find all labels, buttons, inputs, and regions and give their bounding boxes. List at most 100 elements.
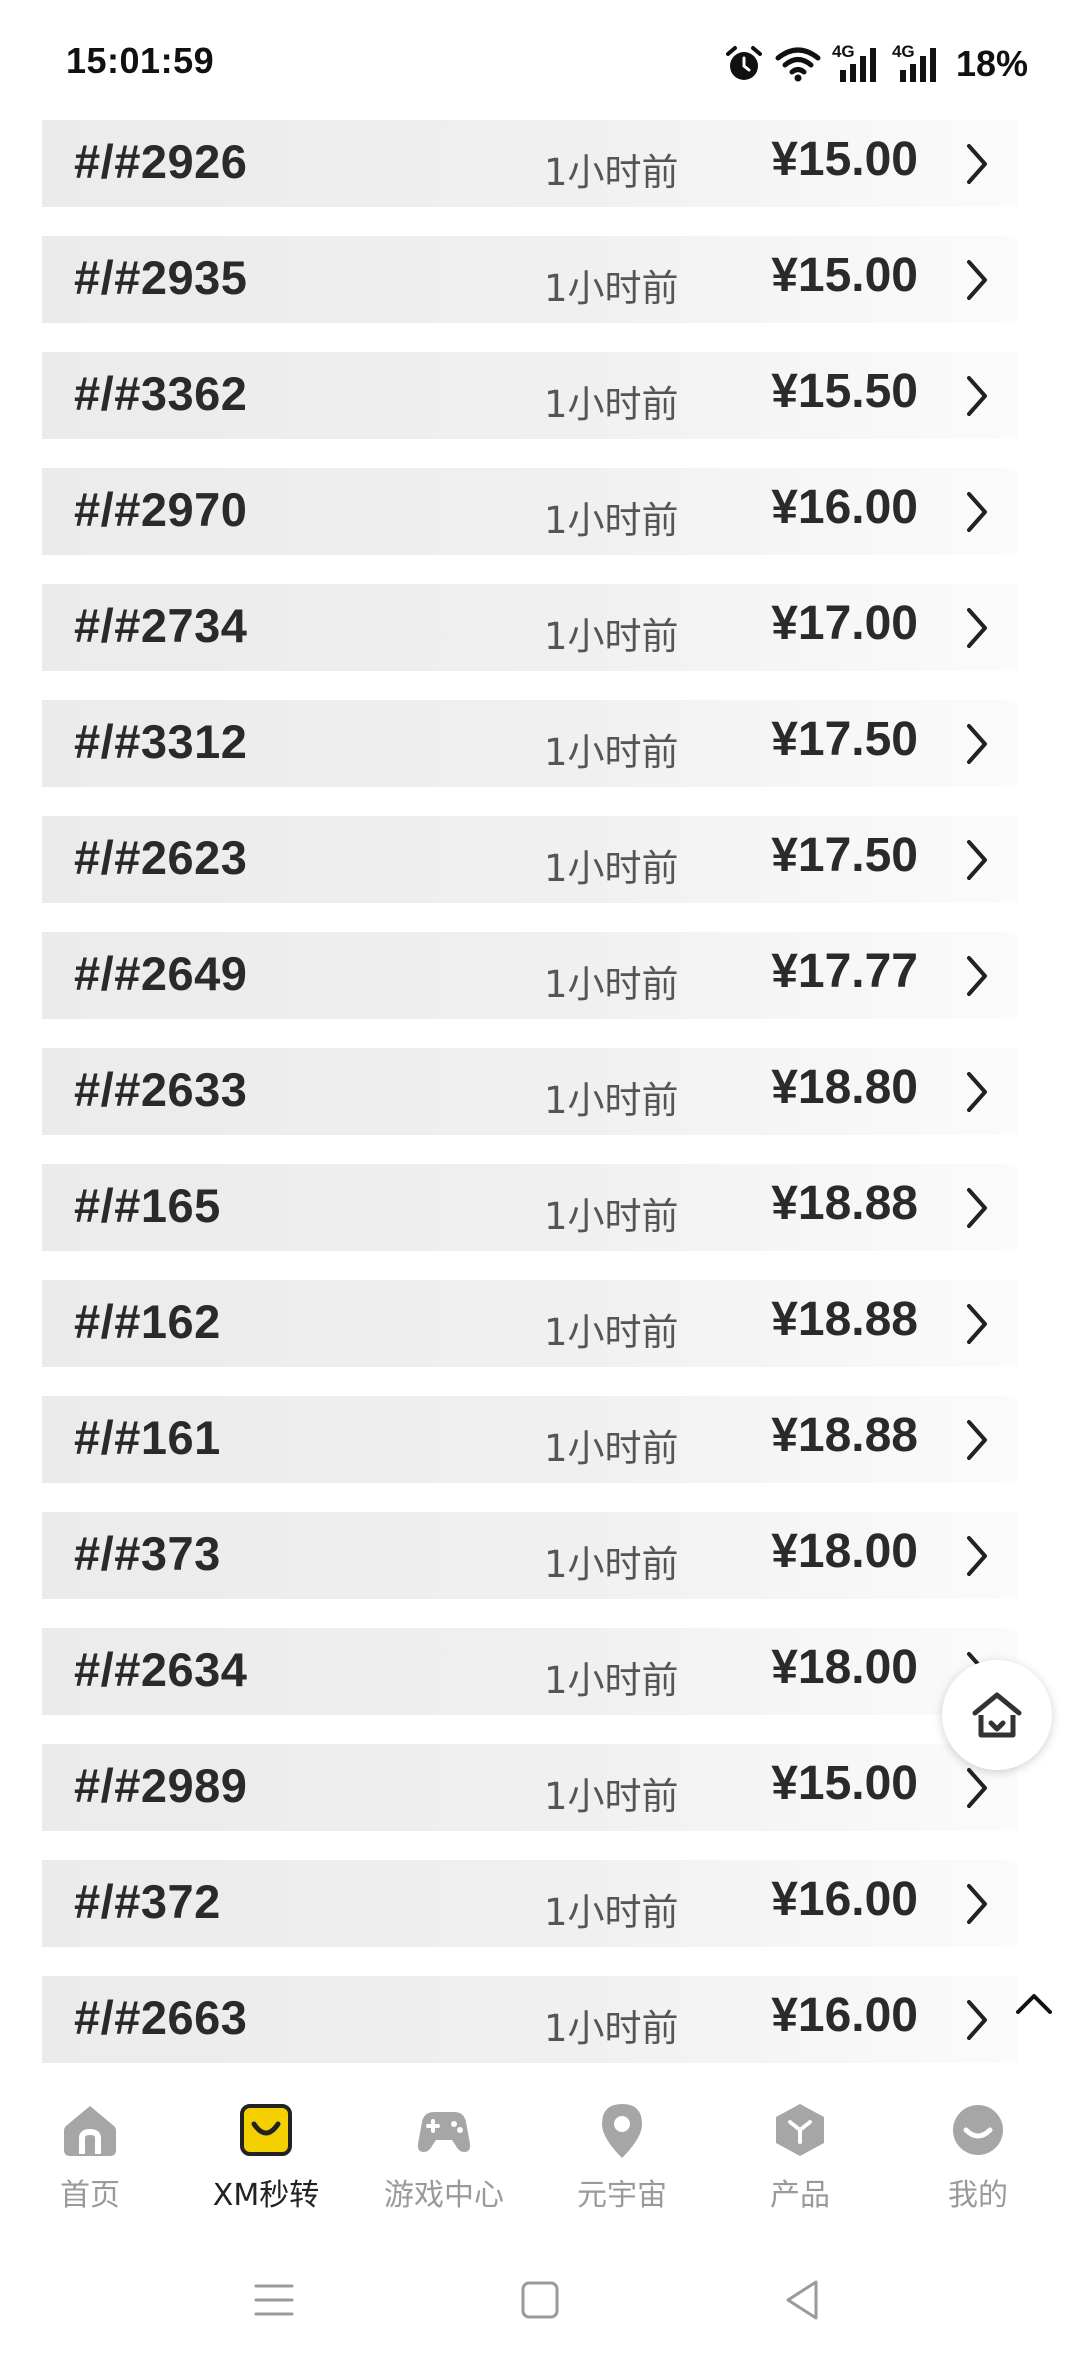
item-price: ¥15.00	[771, 249, 918, 302]
item-time: 1小时前	[544, 615, 679, 658]
nav-home[interactable]: 首页	[0, 2090, 180, 2220]
wifi-icon	[775, 47, 821, 82]
chevron-right-icon	[967, 2000, 987, 2040]
bottom-nav: 首页 XM秒转 游戏中心 元宇宙 产品 我的	[0, 2080, 1080, 2230]
list-item[interactable]: #/#372 1小时前 ¥16.00	[42, 1860, 1017, 1947]
item-price: ¥17.50	[771, 713, 918, 766]
chevron-right-icon	[967, 1884, 987, 1924]
list-item[interactable]: #/#2623 1小时前 ¥17.50	[42, 816, 1017, 903]
status-bar: 15:01:59 4G 4G 18%	[0, 0, 1080, 120]
nav-xm-transfer[interactable]: XM秒转	[176, 2090, 356, 2220]
list-item[interactable]: #/#3362 1小时前 ¥15.50	[42, 352, 1017, 439]
chevron-right-icon	[967, 376, 987, 416]
gamepad-icon	[417, 2112, 471, 2152]
item-time: 1小时前	[544, 1543, 679, 1586]
item-price: ¥17.00	[771, 597, 918, 650]
item-time: 1小时前	[544, 267, 679, 310]
item-id: #/#373	[74, 1527, 221, 1580]
nav-label: 游戏中心	[384, 2178, 504, 2213]
list-item[interactable]: #/#2926 1小时前 ¥15.00	[42, 120, 1017, 207]
chevron-right-icon	[967, 1420, 987, 1460]
signal-icon	[839, 48, 876, 82]
back-icon[interactable]	[774, 2270, 834, 2330]
list-item[interactable]: #/#2970 1小时前 ¥16.00	[42, 468, 1017, 555]
item-price: ¥17.50	[771, 829, 918, 882]
list-item[interactable]: #/#162 1小时前 ¥18.88	[42, 1280, 1017, 1367]
chevron-right-icon	[967, 608, 987, 648]
battery-level: 18%	[955, 43, 1028, 84]
item-id: #/#2663	[74, 1991, 248, 2044]
item-price: ¥18.00	[771, 1641, 918, 1694]
item-time: 1小时前	[544, 1195, 679, 1238]
item-id: #/#2935	[74, 251, 248, 304]
item-time: 1小时前	[544, 2007, 679, 2050]
nav-metaverse[interactable]: 元宇宙	[532, 2090, 712, 2220]
chevron-right-icon	[967, 1536, 987, 1576]
nav-label: 首页	[60, 2178, 120, 2213]
list-item[interactable]: #/#2989 1小时前 ¥15.00	[42, 1744, 1017, 1831]
item-price: ¥17.77	[771, 945, 918, 998]
chevron-right-icon	[967, 1072, 987, 1112]
nav-label: 产品	[770, 2178, 830, 2213]
list-item[interactable]: #/#161 1小时前 ¥18.88	[42, 1396, 1017, 1483]
item-time: 1小时前	[544, 1775, 679, 1818]
item-id: #/#2633	[74, 1063, 248, 1116]
item-time: 1小时前	[544, 731, 679, 774]
float-home-button[interactable]	[942, 1660, 1052, 1770]
item-time: 1小时前	[544, 1659, 679, 1702]
nav-products[interactable]: 产品	[710, 2090, 890, 2220]
item-price: ¥18.88	[771, 1409, 918, 1462]
list-item[interactable]: #/#2634 1小时前 ¥18.00	[42, 1628, 1017, 1715]
item-time: 1小时前	[544, 151, 679, 194]
order-list[interactable]: #/#2926 1小时前 ¥15.00 #/#2935 1小时前 ¥15.00 #/#336…	[0, 120, 1080, 2080]
smile-icon	[953, 2105, 1003, 2155]
item-price: ¥15.00	[771, 1757, 918, 1810]
network-type-2: 4G	[892, 42, 942, 84]
item-id: #/#3362	[74, 367, 248, 420]
status-time: 15:01:59	[66, 40, 215, 81]
item-time: 1小时前	[544, 963, 679, 1006]
nav-mine[interactable]: 我的	[888, 2090, 1068, 2220]
item-id: #/#2649	[74, 947, 248, 1000]
nav-label: 元宇宙	[577, 2178, 667, 2213]
item-id: #/#161	[74, 1411, 221, 1464]
shopping-bag-icon	[240, 2104, 292, 2156]
item-price: ¥15.50	[771, 365, 918, 418]
scroll-top-icon[interactable]	[1012, 1982, 1056, 2026]
chevron-right-icon	[967, 260, 987, 300]
list-item[interactable]: #/#165 1小时前 ¥18.88	[42, 1164, 1017, 1251]
item-id: #/#2970	[74, 483, 248, 536]
network-type-1: 4G	[832, 42, 882, 84]
item-price: ¥15.00	[771, 133, 918, 186]
list-item[interactable]: #/#2734 1小时前 ¥17.00	[42, 584, 1017, 671]
list-item[interactable]: #/#2633 1小时前 ¥18.80	[42, 1048, 1017, 1135]
alarm-icon	[725, 46, 762, 80]
item-time: 1小时前	[544, 1311, 679, 1354]
nav-game-center[interactable]: 游戏中心	[354, 2090, 534, 2220]
chevron-right-icon	[967, 840, 987, 880]
list-item[interactable]: #/#2663 1小时前 ¥16.00	[42, 1976, 1017, 2063]
item-time: 1小时前	[544, 1427, 679, 1470]
hexagon-icon	[776, 2104, 824, 2156]
item-id: #/#165	[74, 1179, 221, 1232]
item-id: #/#2989	[74, 1759, 248, 1812]
item-id: #/#2623	[74, 831, 248, 884]
chevron-right-icon	[967, 1304, 987, 1344]
item-price: ¥18.00	[771, 1525, 918, 1578]
home-square-icon[interactable]	[510, 2270, 570, 2330]
item-price: ¥16.00	[771, 1873, 918, 1926]
status-icons: 4G 4G 18%	[724, 36, 1028, 92]
list-item[interactable]: #/#2935 1小时前 ¥15.00	[42, 236, 1017, 323]
item-price: ¥16.00	[771, 1989, 918, 2042]
list-item[interactable]: #/#2649 1小时前 ¥17.77	[42, 932, 1017, 1019]
location-pin-icon	[602, 2104, 642, 2158]
list-item[interactable]: #/#3312 1小时前 ¥17.50	[42, 700, 1017, 787]
item-id: #/#162	[74, 1295, 221, 1348]
menu-icon[interactable]	[244, 2270, 304, 2330]
signal-icon	[899, 48, 936, 82]
item-time: 1小时前	[544, 1079, 679, 1122]
chevron-right-icon	[967, 492, 987, 532]
chevron-right-icon	[967, 144, 987, 184]
item-price: ¥18.88	[771, 1177, 918, 1230]
list-item[interactable]: #/#373 1小时前 ¥18.00	[42, 1512, 1017, 1599]
